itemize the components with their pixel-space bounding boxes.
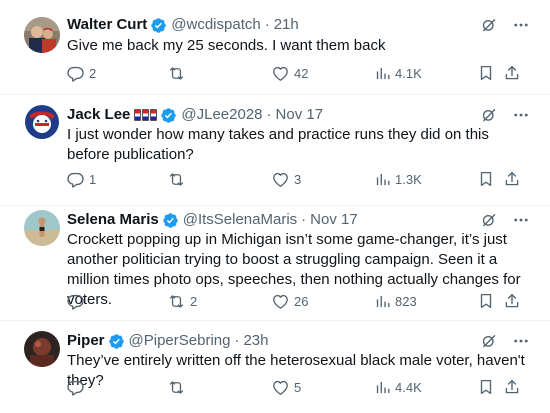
tweet[interactable]: Walter Curt @wcdispatch · 21h Give me ba… <box>0 0 550 94</box>
timestamp[interactable]: Nov 17 <box>310 210 358 230</box>
like-icon <box>271 64 290 83</box>
handle[interactable]: @JLee2028 <box>181 105 262 125</box>
handle[interactable]: @ItsSelenaMaris <box>183 210 297 230</box>
tweet[interactable]: Piper @PiperSebring · 23h They’ve entire… <box>0 321 550 413</box>
share-button[interactable] <box>503 63 521 83</box>
bookmark-button[interactable] <box>477 377 495 397</box>
more-icon[interactable] <box>512 211 530 229</box>
like-button[interactable]: 5 <box>271 377 301 397</box>
bookmark-button[interactable] <box>477 63 495 83</box>
tweet[interactable]: Selena Maris @ItsSelenaMaris · Nov 17 Cr… <box>0 206 550 320</box>
separator-dot: · <box>301 211 307 228</box>
grok-icon[interactable] <box>480 211 498 229</box>
verified-badge-icon <box>160 107 177 124</box>
bookmark-icon <box>477 378 495 396</box>
like-count: 5 <box>294 379 302 395</box>
display-name[interactable]: Jack Lee <box>67 105 130 125</box>
verified-badge-icon <box>150 17 167 34</box>
bookmark-icon <box>477 170 495 188</box>
grok-icon[interactable] <box>480 106 498 124</box>
like-button[interactable]: 42 <box>271 63 308 83</box>
bookmark-icon <box>477 292 495 310</box>
display-name[interactable]: Piper <box>67 331 105 351</box>
handle[interactable]: @wcdispatch <box>171 15 260 35</box>
share-button[interactable] <box>503 291 521 311</box>
grok-icon[interactable] <box>480 332 498 350</box>
share-icon <box>503 64 521 82</box>
reply-button[interactable]: 1 <box>66 169 96 189</box>
share-icon <box>503 170 521 188</box>
reply-icon <box>66 170 85 189</box>
like-button[interactable]: 26 <box>271 291 308 311</box>
timestamp[interactable]: Nov 17 <box>276 105 324 125</box>
views-button[interactable]: 823 <box>374 291 417 311</box>
separator-dot: · <box>266 106 272 123</box>
retweet-button[interactable] <box>167 63 190 83</box>
views-icon <box>374 379 391 396</box>
like-button[interactable]: 3 <box>271 169 301 189</box>
like-count: 3 <box>294 171 302 187</box>
views-count: 4.4K <box>395 379 422 395</box>
retweet-icon <box>167 64 186 83</box>
timestamp[interactable]: 23h <box>243 331 268 351</box>
like-count: 42 <box>294 65 309 81</box>
avatar[interactable] <box>24 331 60 367</box>
more-icon[interactable] <box>512 332 530 350</box>
retweet-icon <box>167 292 186 311</box>
avatar[interactable] <box>24 210 60 246</box>
share-button[interactable] <box>503 377 521 397</box>
views-icon <box>374 171 391 188</box>
reply-icon <box>66 292 85 311</box>
like-count: 26 <box>294 293 309 309</box>
views-button[interactable]: 4.4K <box>374 377 422 397</box>
views-count: 4.1K <box>395 65 422 81</box>
like-icon <box>271 170 290 189</box>
reply-count: 2 <box>89 65 97 81</box>
bookmark-button[interactable] <box>477 169 495 189</box>
views-button[interactable]: 1.3K <box>374 169 422 189</box>
avatar[interactable] <box>24 17 60 53</box>
flag-emoji-icon <box>134 109 158 121</box>
share-icon <box>503 378 521 396</box>
share-button[interactable] <box>503 169 521 189</box>
tweet-text: Give me back my 25 seconds. I want them … <box>67 37 386 54</box>
reply-button[interactable] <box>66 291 89 311</box>
display-name[interactable]: Walter Curt <box>67 15 147 35</box>
reply-icon <box>66 378 85 397</box>
retweet-button[interactable] <box>167 169 190 189</box>
share-icon <box>503 292 521 310</box>
reply-button[interactable] <box>66 377 89 397</box>
retweet-icon <box>167 170 186 189</box>
like-icon <box>271 292 290 311</box>
more-icon[interactable] <box>512 16 530 34</box>
tweet-text: I just wonder how many takes and practic… <box>67 126 489 163</box>
retweet-count: 2 <box>190 293 198 309</box>
separator-dot: · <box>264 16 270 33</box>
verified-badge-icon <box>162 212 179 229</box>
views-icon <box>374 293 391 310</box>
timestamp[interactable]: 21h <box>274 15 299 35</box>
retweet-icon <box>167 378 186 397</box>
views-count: 823 <box>395 293 417 309</box>
tweet[interactable]: Jack Lee @JLee2028 · Nov 17 I just wonde… <box>0 95 550 205</box>
retweet-button[interactable]: 2 <box>167 291 197 311</box>
display-name[interactable]: Selena Maris <box>67 210 159 230</box>
bookmark-icon <box>477 64 495 82</box>
views-icon <box>374 65 391 82</box>
reply-button[interactable]: 2 <box>66 63 96 83</box>
avatar[interactable] <box>24 104 60 140</box>
views-count: 1.3K <box>395 171 422 187</box>
more-icon[interactable] <box>512 106 530 124</box>
views-button[interactable]: 4.1K <box>374 63 422 83</box>
separator-dot: · <box>234 332 240 349</box>
reply-icon <box>66 64 85 83</box>
reply-count: 1 <box>89 171 97 187</box>
grok-icon[interactable] <box>480 16 498 34</box>
retweet-button[interactable] <box>167 377 190 397</box>
handle[interactable]: @PiperSebring <box>129 331 231 351</box>
verified-badge-icon <box>108 333 125 350</box>
bookmark-button[interactable] <box>477 291 495 311</box>
like-icon <box>271 378 290 397</box>
